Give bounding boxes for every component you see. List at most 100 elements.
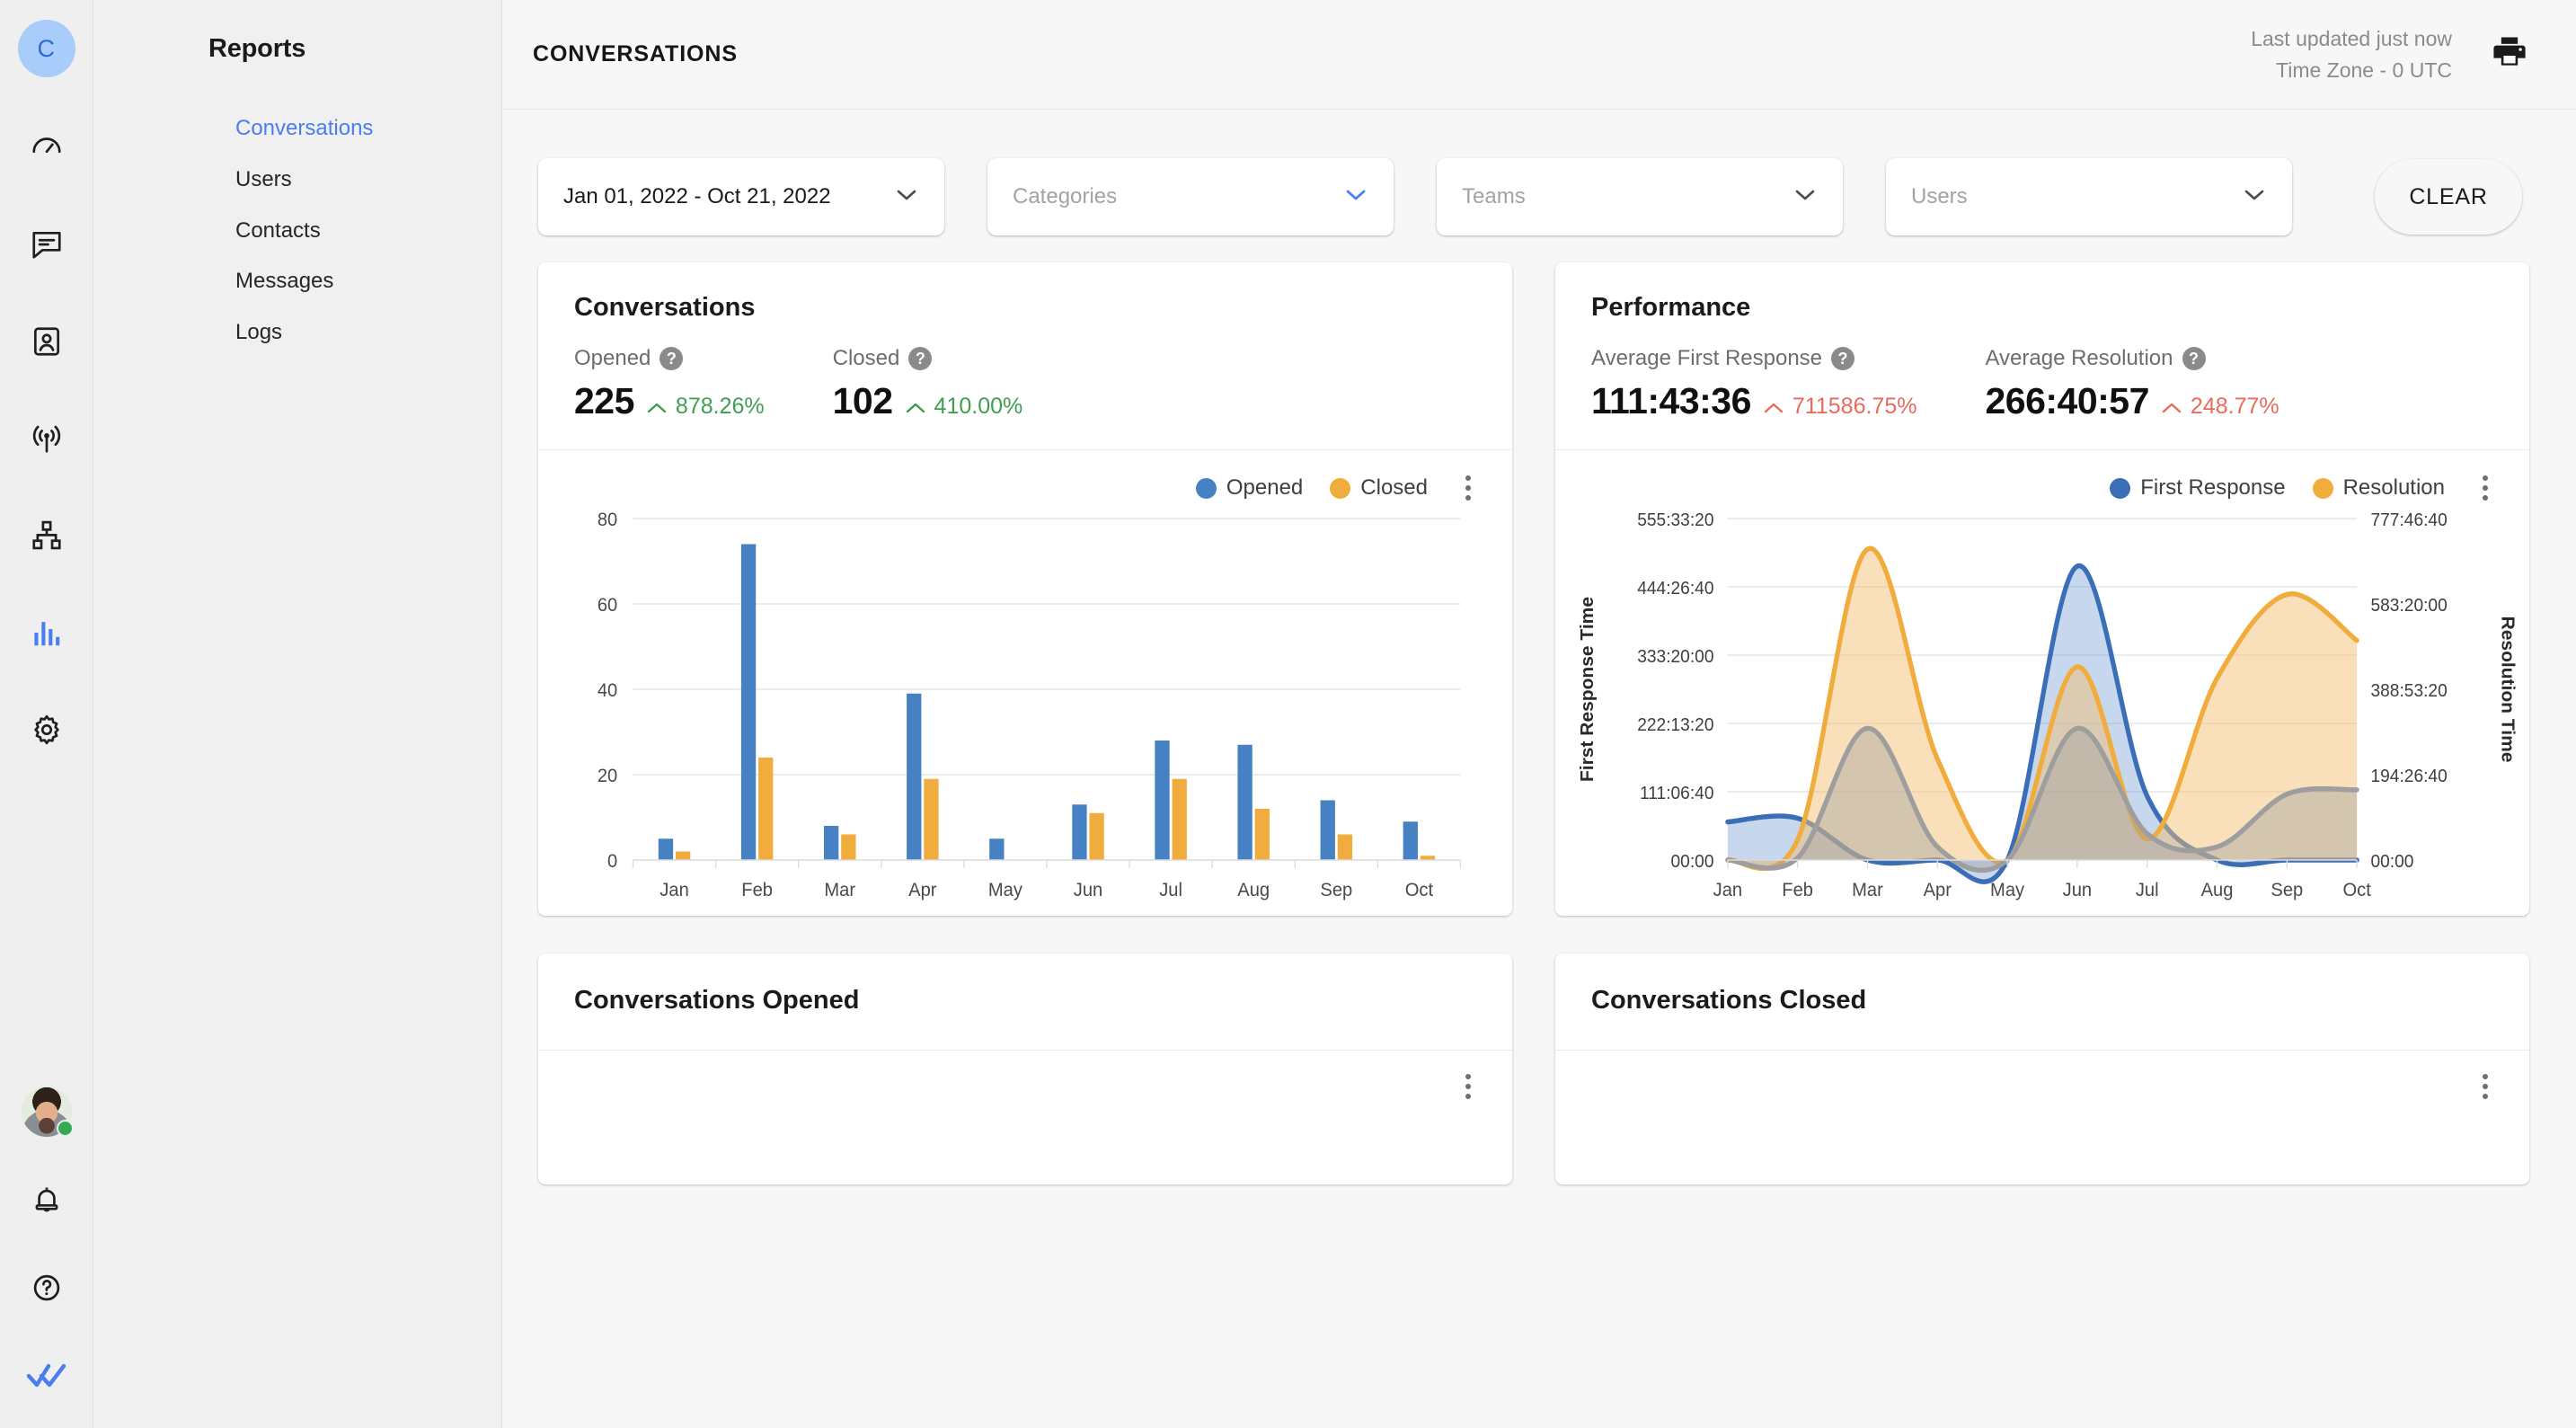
online-status-dot — [56, 1120, 74, 1137]
svg-text:111:06:40: 111:06:40 — [1640, 784, 1714, 803]
clear-filters-button[interactable]: CLEAR — [2375, 159, 2522, 235]
legend-dot-closed — [1330, 477, 1351, 499]
date-range-picker[interactable]: Jan 01, 2022 - Oct 21, 2022 — [538, 158, 944, 235]
reports-sidebar: Reports Conversations Users Contacts Mes… — [93, 0, 502, 1428]
performance-card-title: Performance — [1591, 293, 1751, 322]
svg-text:Aug: Aug — [2201, 880, 2234, 900]
users-select[interactable]: Users — [1886, 158, 2292, 235]
help-tooltip-icon[interactable]: ? — [908, 347, 933, 370]
svg-text:Resolution Time: Resolution Time — [2497, 616, 2518, 763]
legend-item-resolution[interactable]: Resolution — [2312, 475, 2445, 501]
metric-delta: 711586.75% — [1764, 394, 1917, 420]
conversations-icon[interactable] — [18, 216, 75, 273]
sidebar-item-contacts[interactable]: Contacts — [93, 206, 501, 257]
sidebar-title: Reports — [208, 34, 306, 63]
metric-ar-values: 266:40:57 248.77% — [1985, 380, 2279, 422]
contacts-icon[interactable] — [18, 313, 75, 370]
chart-options-kebab-icon[interactable] — [1455, 474, 1482, 502]
help-tooltip-icon[interactable]: ? — [2182, 347, 2206, 370]
legend-item-opened[interactable]: Opened — [1195, 475, 1304, 501]
conversations-card: Conversations Opened ? 225 878.26% Close… — [538, 262, 1512, 916]
chart-options-kebab-icon[interactable] — [1455, 1072, 1482, 1101]
icon-rail-bottom-group — [0, 1083, 93, 1412]
metric-delta: 410.00% — [906, 394, 1023, 420]
content-scroll-area: Jan 01, 2022 - Oct 21, 2022 Categories T… — [502, 110, 2576, 1428]
metric-label: Average First Response — [1591, 346, 1823, 370]
campaigns-broadcast-icon[interactable] — [18, 410, 75, 467]
settings-gear-icon[interactable] — [18, 701, 75, 758]
app-root: C Reports Conversations Users Contacts M… — [0, 0, 2576, 1428]
update-meta: Last updated just now Time Zone - 0 UTC — [2251, 23, 2452, 85]
conversations-closed-header: Conversations Closed — [1555, 953, 2529, 1050]
sidebar-item-messages[interactable]: Messages — [93, 256, 501, 307]
workspace-initial-badge[interactable]: C — [17, 20, 75, 77]
sidebar-item-conversations[interactable]: Conversations — [93, 103, 501, 155]
svg-text:Sep: Sep — [1320, 880, 1352, 900]
date-range-value: Jan 01, 2022 - Oct 21, 2022 — [563, 184, 831, 208]
chevron-down-icon — [1794, 189, 1816, 206]
automation-hierarchy-icon[interactable] — [18, 507, 75, 564]
categories-select[interactable]: Categories — [987, 158, 1394, 235]
area-chart-legend: First Response Resolution — [1555, 450, 2529, 502]
legend-dot-opened — [1195, 477, 1217, 499]
svg-text:Aug: Aug — [1237, 880, 1270, 900]
performance-card: Performance Average First Response ? 111… — [1555, 262, 2529, 916]
svg-text:0: 0 — [607, 851, 617, 872]
sidebar-item-users[interactable]: Users — [93, 155, 501, 206]
metric-delta: 248.77% — [2162, 394, 2279, 420]
sidebar-item-logs[interactable]: Logs — [93, 307, 501, 359]
legend-label: Closed — [1360, 475, 1428, 500]
sidebar-item-label: Messages — [235, 269, 334, 294]
legend-item-first-response[interactable]: First Response — [2110, 475, 2286, 501]
svg-text:583:20:00: 583:20:00 — [2370, 596, 2447, 616]
svg-text:Jan: Jan — [659, 880, 688, 900]
reports-bar-chart-icon[interactable] — [18, 604, 75, 661]
metric-afr-label-row: Average First Response ? — [1591, 346, 1917, 371]
metric-opened: Opened ? 225 878.26% — [574, 346, 765, 422]
area-chart-plot: 00:00 111:06:40 222:13:20 333:20:00 444:26:4… — [1555, 502, 2529, 916]
chart-options-kebab-icon[interactable] — [2472, 474, 2499, 502]
help-tooltip-icon[interactable]: ? — [659, 347, 684, 370]
svg-text:194:26:40: 194:26:40 — [2370, 767, 2447, 786]
svg-text:Jul: Jul — [1159, 880, 1182, 900]
metric-value: 102 — [832, 380, 893, 421]
bar-chart-legend: Opened Closed — [538, 450, 1512, 502]
main-area: CONVERSATIONS Last updated just now Time… — [502, 0, 2576, 1428]
metric-label: Opened — [574, 346, 651, 370]
teams-select[interactable]: Teams — [1437, 158, 1843, 235]
legend-label: Resolution — [2342, 475, 2445, 500]
performance-card-header: Performance Average First Response ? 111… — [1555, 262, 2529, 449]
conversations-metrics: Opened ? 225 878.26% Closed ? 102 410.00… — [574, 346, 1476, 422]
dashboard-gauge-icon[interactable] — [18, 119, 75, 176]
help-tooltip-icon[interactable]: ? — [1831, 347, 1855, 370]
user-avatar[interactable] — [18, 1083, 75, 1140]
top-bar: CONVERSATIONS Last updated just now Time… — [502, 0, 2576, 110]
print-icon[interactable] — [2490, 32, 2529, 76]
legend-item-closed[interactable]: Closed — [1330, 475, 1428, 501]
help-circle-icon[interactable] — [18, 1259, 75, 1317]
svg-text:80: 80 — [598, 510, 617, 530]
performance-metrics: Average First Response ? 111:43:36 71158… — [1591, 346, 2493, 422]
svg-text:388:53:20: 388:53:20 — [2370, 681, 2447, 701]
svg-text:Jun: Jun — [2063, 880, 2092, 900]
chart-options-kebab-icon[interactable] — [2472, 1072, 2499, 1101]
double-check-logo[interactable] — [18, 1347, 75, 1405]
conversations-card-title: Conversations — [574, 293, 756, 322]
svg-text:333:20:00: 333:20:00 — [1637, 647, 1713, 667]
notifications-bell-icon[interactable] — [18, 1171, 75, 1228]
svg-text:Oct: Oct — [2342, 880, 2371, 900]
svg-text:Feb: Feb — [741, 880, 773, 900]
metric-ar-label-row: Average Resolution ? — [1985, 346, 2279, 371]
svg-text:Apr: Apr — [1924, 880, 1952, 900]
legend-label: First Response — [2140, 475, 2286, 500]
caret-up-icon — [647, 394, 667, 420]
legend-label: Opened — [1226, 475, 1304, 500]
conversations-closed-card: Conversations Closed — [1555, 953, 2529, 1184]
svg-text:Jan: Jan — [1713, 880, 1742, 900]
icon-rail: C — [0, 0, 93, 1428]
svg-text:00:00: 00:00 — [1671, 852, 1714, 872]
users-placeholder: Users — [1911, 184, 1968, 208]
svg-text:Mar: Mar — [1852, 880, 1883, 900]
conversations-opened-body — [538, 1050, 1512, 1184]
metric-delta-label: 410.00% — [934, 394, 1023, 419]
